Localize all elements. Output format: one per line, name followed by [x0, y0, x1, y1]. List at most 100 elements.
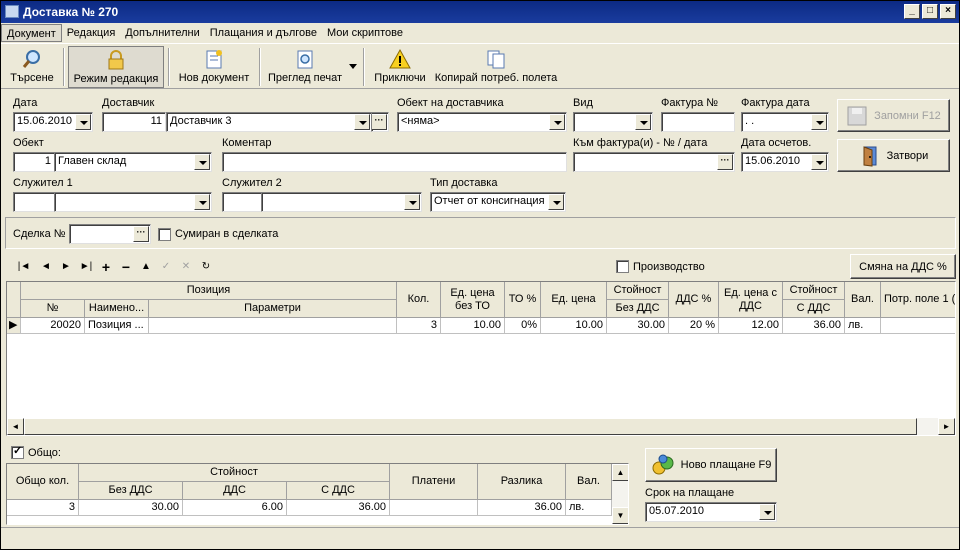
scroll-down-icon[interactable]: ▼ [612, 507, 628, 524]
menu-additional[interactable]: Допълнителни [120, 24, 204, 42]
cell-value-vat[interactable]: 36.00 [783, 318, 845, 334]
menu-payments[interactable]: Плащания и дългове [205, 24, 322, 42]
new-document-button[interactable]: Нов документ [173, 46, 255, 88]
nav-post-button[interactable]: ✓ [157, 260, 175, 274]
accounting-date-field[interactable]: 15.06.2010 [741, 152, 829, 172]
nav-cancel-button[interactable]: ✕ [177, 260, 195, 274]
delivery-type-field[interactable]: Отчет от консигнация [430, 192, 566, 212]
type-field[interactable] [573, 112, 653, 132]
vertical-scrollbar[interactable]: ▲ ▼ [612, 464, 628, 524]
chevron-down-icon[interactable] [354, 114, 370, 130]
comment-field[interactable] [222, 152, 567, 172]
menu-scripts[interactable]: Мои скриптове [322, 24, 408, 42]
maximize-button[interactable]: □ [922, 4, 938, 19]
col-currency-header[interactable]: Вал. [845, 282, 881, 318]
col-no-header[interactable]: № [21, 300, 85, 318]
menu-document[interactable]: Документ [1, 24, 62, 42]
nav-edit-button[interactable]: ▲ [137, 260, 155, 274]
menu-edit[interactable]: Редакция [62, 24, 120, 42]
save-button[interactable]: Запомни F12 [837, 99, 950, 132]
scroll-right-icon[interactable]: ► [938, 418, 955, 435]
col-price-vat-header[interactable]: Ед. цена с ДДС [719, 282, 783, 318]
deal-field[interactable]: ··· [69, 224, 151, 244]
nav-prev-button[interactable]: ◄ [37, 260, 55, 274]
vat-change-button[interactable]: Смяна на ДДС % [850, 254, 956, 279]
cell-value-no-vat[interactable]: 30.00 [607, 318, 669, 334]
date-field[interactable]: 15.06.2010 [13, 112, 93, 132]
nav-insert-button[interactable]: + [97, 260, 115, 274]
payment-due-field[interactable]: 05.07.2010 [645, 502, 777, 522]
cell-user1[interactable] [881, 318, 955, 334]
chevron-down-icon[interactable] [811, 114, 827, 130]
deal-label: Сделка № [13, 228, 66, 240]
summed-in-deal-checkbox[interactable] [158, 228, 171, 241]
employee1-id-field[interactable] [13, 192, 55, 212]
cell-to-pct[interactable]: 0% [505, 318, 541, 334]
cell-price-no-to[interactable]: 10.00 [441, 318, 505, 334]
supplier-name-field[interactable]: Доставчик 3 [166, 112, 372, 132]
close-window-button[interactable]: × [940, 4, 956, 19]
scroll-left-icon[interactable]: ◄ [7, 418, 24, 435]
cell-name[interactable]: Позиция ... [85, 318, 149, 334]
col-params-header[interactable]: Параметри [149, 300, 397, 318]
invoice-date-field[interactable]: . . [741, 112, 829, 132]
col-user1-header[interactable]: Потр. поле 1 ( [881, 282, 955, 318]
chevron-down-icon[interactable] [194, 194, 210, 210]
nav-refresh-button[interactable]: ↻ [197, 260, 215, 274]
scroll-up-icon[interactable]: ▲ [612, 464, 628, 481]
supplier-id-field[interactable]: 11 [102, 112, 166, 132]
edit-mode-button[interactable]: Режим редакция [68, 46, 164, 88]
employee1-name-field[interactable] [54, 192, 212, 212]
to-invoice-field[interactable]: ··· [573, 152, 735, 172]
chevron-down-icon[interactable] [811, 154, 827, 170]
employee2-name-field[interactable] [261, 192, 422, 212]
print-preview-dropdown[interactable] [347, 46, 359, 88]
cell-currency[interactable]: лв. [845, 318, 881, 334]
nav-first-button[interactable]: |◄ [15, 260, 33, 274]
finish-button[interactable]: Приключи [371, 46, 429, 88]
col-vat-pct-header[interactable]: ДДС % [669, 282, 719, 318]
col-no-vat-header[interactable]: Без ДДС [607, 300, 669, 318]
chevron-down-icon[interactable] [548, 194, 564, 210]
cell-no[interactable]: 20020 [21, 318, 85, 334]
col-price-no-to-header[interactable]: Ед. цена без ТО [441, 282, 505, 318]
chevron-down-icon[interactable] [635, 114, 651, 130]
cell-vat-pct[interactable]: 20 % [669, 318, 719, 334]
col-qty-header[interactable]: Кол. [397, 282, 441, 318]
supplier-object-field[interactable]: <няма> [397, 112, 567, 132]
object-name-field[interactable]: Главен склад [54, 152, 212, 172]
totals-checkbox[interactable] [11, 444, 24, 459]
cell-qty[interactable]: 3 [397, 318, 441, 334]
scroll-thumb[interactable] [24, 418, 917, 435]
chevron-down-icon[interactable] [75, 114, 91, 130]
chevron-down-icon[interactable] [194, 154, 210, 170]
search-button[interactable]: Търсене [5, 46, 59, 88]
new-payment-button[interactable]: Ново плащане F9 [645, 448, 777, 482]
copy-fields-button[interactable]: Копирай потреб. полета [433, 46, 559, 88]
col-to-pct-header[interactable]: ТО % [505, 282, 541, 318]
object-id-field[interactable]: 1 [13, 152, 55, 172]
minimize-button[interactable]: _ [904, 4, 920, 19]
horizontal-scrollbar[interactable]: ◄ ► [7, 418, 955, 435]
nav-delete-button[interactable]: − [117, 260, 135, 274]
col-with-vat-header[interactable]: С ДДС [783, 300, 845, 318]
cell-price-vat[interactable]: 12.00 [719, 318, 783, 334]
cell-price[interactable]: 10.00 [541, 318, 607, 334]
supplier-browse-button[interactable]: ··· [371, 112, 389, 132]
print-preview-button[interactable]: Преглед печат [264, 46, 346, 88]
col-name-header[interactable]: Наимено... [85, 300, 149, 318]
employee2-id-field[interactable] [222, 192, 262, 212]
chevron-down-icon[interactable] [549, 114, 565, 130]
invoice-field[interactable] [661, 112, 735, 132]
close-button[interactable]: Затвори [837, 139, 950, 172]
ellipsis-icon[interactable]: ··· [717, 154, 733, 170]
cell-params[interactable] [149, 318, 397, 334]
production-checkbox[interactable] [616, 260, 629, 273]
nav-last-button[interactable]: ►| [77, 260, 95, 274]
ellipsis-icon[interactable]: ··· [133, 226, 149, 242]
chevron-down-icon[interactable] [404, 194, 420, 210]
col-price-header[interactable]: Ед. цена [541, 282, 607, 318]
chevron-down-icon[interactable] [759, 504, 775, 520]
nav-next-button[interactable]: ► [57, 260, 75, 274]
totals-label: Общо: [28, 447, 61, 459]
